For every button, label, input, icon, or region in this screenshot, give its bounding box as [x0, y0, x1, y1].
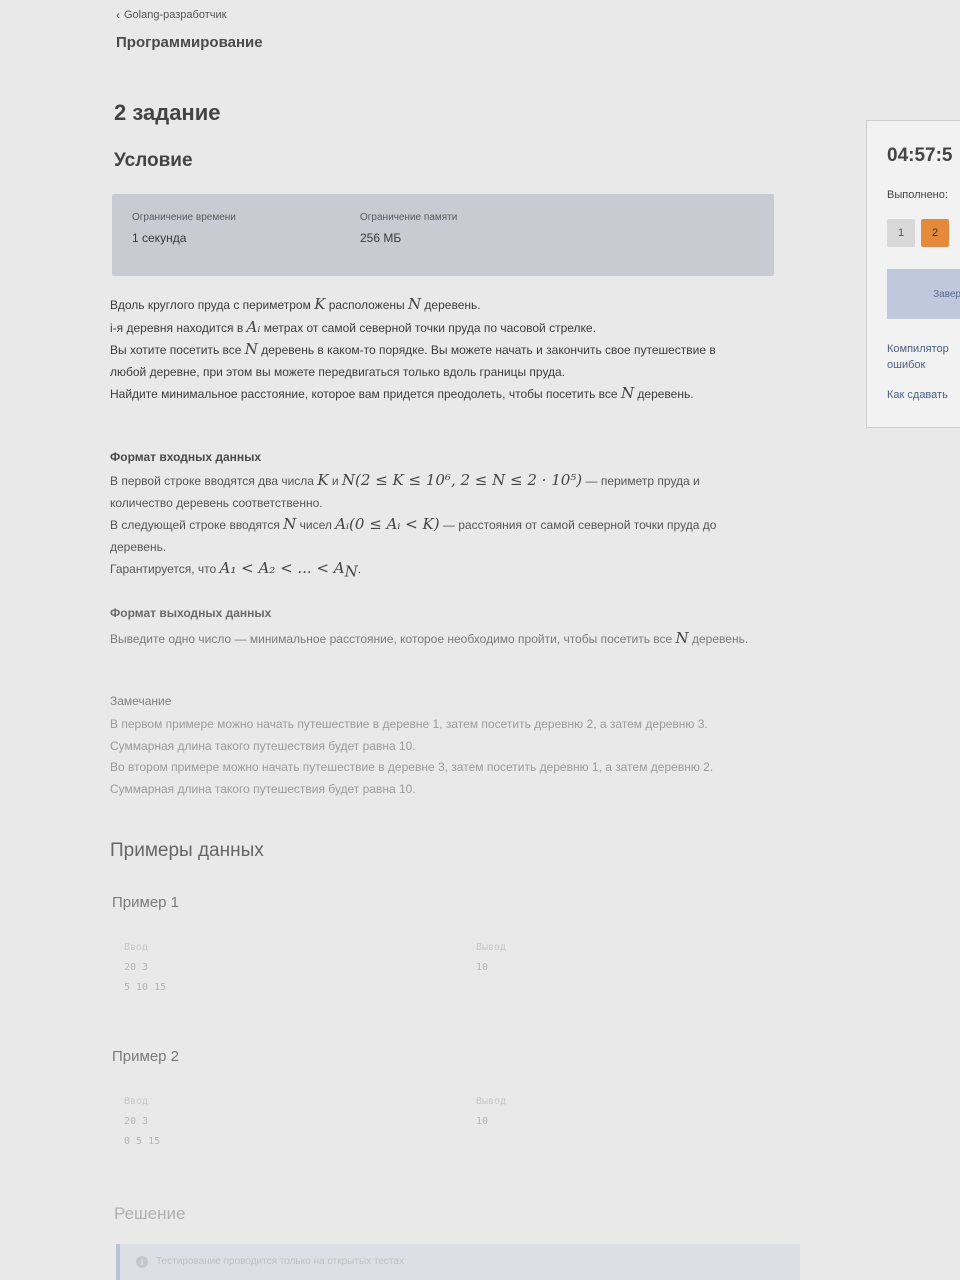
output-text: деревень.: [688, 632, 749, 646]
input-line: 20 3: [124, 1116, 149, 1127]
math-n: N: [407, 295, 422, 313]
input-format-heading: Формат входных данных: [110, 450, 262, 464]
input-line: 5 10 15: [124, 982, 167, 993]
output-format-heading: Формат выходных данных: [110, 606, 272, 620]
math-sub: N: [344, 562, 358, 581]
output-header: Вывод: [476, 1096, 507, 1107]
input-text: и: [328, 474, 342, 488]
back-link[interactable]: ‹ Golang-разработчик: [116, 8, 226, 22]
math-n: N: [341, 471, 356, 489]
note-text: В первом примере можно начать путешестви…: [110, 714, 750, 800]
math-k: K: [317, 471, 329, 489]
math-n: N: [675, 629, 689, 647]
math-ai: Aᵢ: [335, 515, 350, 533]
memory-limit-value: 256 МБ: [360, 231, 402, 245]
time-limit: Ограничение времени 1 секунда: [132, 212, 236, 245]
math-ai: Aᵢ: [246, 317, 261, 336]
math-order: A₁ < A₂ < ... < A: [219, 559, 345, 577]
math-k: K: [314, 295, 326, 313]
note-line: Во втором примере можно начать путешеств…: [110, 760, 714, 796]
input-text: В первой строке вводятся два числа: [110, 474, 318, 488]
done-label: Выполнено:: [887, 189, 948, 201]
math-constraint: (2 ≤ K ≤ 10⁶, 2 ≤ N ≤ 2 · 10⁵): [355, 471, 583, 489]
memory-limit-label: Ограничение памяти: [360, 212, 458, 223]
task-title: 2 задание: [114, 100, 221, 125]
limits-box: Ограничение времени 1 секунда Ограничени…: [112, 194, 774, 276]
output-format-text: Выведите одно число — минимальное рассто…: [110, 628, 770, 651]
math-n: N: [620, 384, 635, 402]
statement-text: деревень.: [634, 387, 694, 401]
compilers-link-line2[interactable]: ошибок: [887, 359, 925, 371]
examples-heading: Примеры данных: [110, 840, 264, 861]
math-n: N: [283, 515, 297, 533]
math-constraint: (0 ≤ Aᵢ < K): [349, 515, 440, 533]
output-line: 10: [476, 1116, 489, 1127]
time-limit-value: 1 секунда: [132, 231, 187, 245]
input-header: Ввод: [124, 1096, 149, 1107]
memory-limit: Ограничение памяти 256 МБ: [360, 212, 457, 245]
chevron-left-icon: ‹: [116, 8, 120, 22]
sidebar-panel: 04:57:5 Выполнено: 1 2 Завер Компилятор …: [866, 120, 960, 428]
note-line: В первом примере можно начать путешестви…: [110, 717, 708, 753]
task-button-2[interactable]: 2: [921, 219, 949, 247]
condition-heading: Условие: [114, 150, 193, 171]
input-header: Ввод: [124, 942, 149, 953]
statement-text: Вдоль круглого пруда с периметром: [110, 298, 315, 312]
example-2-title: Пример 2: [112, 1048, 180, 1065]
example-1-title: Пример 1: [112, 894, 180, 911]
example-2-input[interactable]: Ввод 20 3 0 5 15: [124, 1092, 160, 1152]
how-to-submit-link[interactable]: Как сдавать: [887, 389, 948, 401]
back-link-label: Golang-разработчик: [124, 9, 227, 21]
input-text: чисел: [296, 518, 336, 532]
section-title: Программирование: [116, 34, 263, 51]
timer: 04:57:5: [887, 145, 953, 166]
example-1-input[interactable]: Ввод 20 3 5 10 15: [124, 938, 166, 998]
input-line: 0 5 15: [124, 1136, 161, 1147]
input-text: В следующей строке вводятся: [110, 518, 284, 532]
task-statement: Вдоль круглого пруда с периметром K расп…: [110, 294, 750, 406]
task-buttons: 1 2: [887, 219, 949, 247]
output-header: Вывод: [476, 942, 507, 953]
solution-info-bar: i Тестирование проводится только на откр…: [116, 1244, 800, 1280]
input-text: Гарантируется, что: [110, 562, 220, 576]
statement-text: деревень.: [421, 298, 481, 312]
finish-button[interactable]: Завер: [887, 269, 960, 319]
example-1-output[interactable]: Вывод 10: [476, 938, 506, 978]
solution-info-text: Тестирование проводится только на открыт…: [156, 1256, 404, 1267]
info-icon: i: [136, 1256, 148, 1268]
input-line: 20 3: [124, 962, 149, 973]
statement-text: Вы хотите посетить все: [110, 343, 245, 357]
input-text: .: [357, 562, 362, 576]
solution-heading: Решение: [114, 1204, 186, 1223]
page: ‹ Golang-разработчик Программирование 2 …: [0, 0, 960, 1280]
output-line: 10: [476, 962, 489, 973]
time-limit-label: Ограничение времени: [132, 212, 236, 223]
input-format-text: В первой строке вводятся два числа K и N…: [110, 470, 760, 583]
note-heading: Замечание: [110, 694, 172, 708]
statement-text: метрах от самой северной точки пруда по …: [260, 320, 596, 335]
math-n: N: [244, 340, 258, 358]
statement-text: i-я деревня находится в: [110, 320, 247, 335]
example-2-output[interactable]: Вывод 10: [476, 1092, 506, 1132]
statement-text: Найдите минимальное расстояние, которое …: [110, 387, 621, 401]
task-button-1[interactable]: 1: [887, 219, 915, 247]
statement-text: расположены: [325, 298, 408, 312]
compilers-link[interactable]: Компилятор: [887, 343, 949, 355]
output-text: Выведите одно число — минимальное рассто…: [110, 632, 676, 646]
